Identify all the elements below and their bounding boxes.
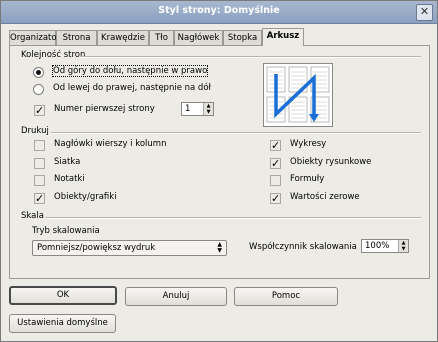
select-arrows-icon: ▲ ▼ bbox=[217, 241, 222, 254]
row-col-headers-label: Nagłówki wierszy i kolumn bbox=[54, 139, 167, 149]
formulas-checkbox[interactable] bbox=[270, 175, 281, 186]
separator bbox=[45, 217, 421, 219]
scale-heading: Skala bbox=[21, 211, 44, 221]
row-col-headers-checkbox[interactable] bbox=[34, 140, 45, 151]
dialog-window: Styl strony: Domyślnie ✕ Organizator Str… bbox=[0, 0, 438, 342]
scale-mode-value: Pomniejsz/powiększ wydruk bbox=[37, 243, 156, 253]
tab-tlo[interactable]: Tło bbox=[149, 30, 174, 45]
radio-top-to-bottom-label[interactable]: Od góry do dołu, następnie w prawo bbox=[51, 65, 209, 77]
page-order-preview-icon bbox=[266, 66, 330, 123]
tab-strona[interactable]: Strona bbox=[56, 30, 97, 45]
scale-factor-spin[interactable]: 100% ▲ ▼ bbox=[361, 239, 409, 253]
charts-label: Wykresy bbox=[290, 139, 327, 149]
drawing-objects-checkbox[interactable]: ✓ bbox=[270, 158, 281, 169]
notes-label: Notatki bbox=[54, 174, 85, 184]
window-title: Styl strony: Domyślnie bbox=[158, 5, 280, 16]
drawing-objects-label: Obiekty rysunkowe bbox=[290, 157, 372, 167]
tab-krawedzie[interactable]: Krawędzie bbox=[97, 30, 149, 45]
titlebar[interactable]: Styl strony: Domyślnie ✕ bbox=[1, 1, 437, 24]
tab-stopka[interactable]: Stopka bbox=[223, 30, 262, 45]
defaults-button[interactable]: Ustawienia domyślne bbox=[9, 314, 116, 333]
ok-button[interactable]: OK bbox=[9, 286, 117, 305]
scale-factor-label: Współczynnik skalowania bbox=[249, 242, 357, 252]
page-order-heading: Kolejność stron bbox=[21, 50, 86, 60]
help-button[interactable]: Pomoc bbox=[234, 287, 338, 306]
scale-mode-select[interactable]: Pomniejsz/powiększ wydruk ▲ ▼ bbox=[32, 240, 227, 256]
separator bbox=[81, 56, 421, 58]
cancel-button[interactable]: Anuluj bbox=[125, 287, 227, 306]
zero-values-checkbox[interactable]: ✓ bbox=[270, 193, 281, 204]
notes-checkbox[interactable] bbox=[34, 175, 45, 186]
zero-values-label: Wartości zerowe bbox=[290, 192, 360, 202]
grid-label: Siatka bbox=[54, 157, 81, 167]
objects-graphics-label: Obiekty/grafiki bbox=[54, 192, 117, 202]
first-page-number-label: Numer pierwszej strony bbox=[54, 104, 155, 114]
page-order-preview bbox=[263, 63, 333, 127]
tab-naglowek[interactable]: Nagłówek bbox=[174, 30, 223, 45]
scale-factor-value: 100% bbox=[365, 241, 390, 251]
close-button[interactable]: ✕ bbox=[416, 4, 433, 21]
charts-checkbox[interactable]: ✓ bbox=[270, 140, 281, 151]
tab-organizator[interactable]: Organizator bbox=[9, 30, 60, 45]
radio-left-to-right-label[interactable]: Od lewej do prawej, następnie na dół bbox=[53, 83, 211, 93]
tab-arkusz[interactable]: Arkusz bbox=[262, 28, 304, 46]
radio-left-to-right[interactable] bbox=[33, 84, 44, 95]
separator bbox=[51, 132, 421, 134]
print-heading: Drukuj bbox=[21, 126, 49, 136]
close-icon: ✕ bbox=[419, 5, 430, 18]
spin-arrows-icon[interactable]: ▲ ▼ bbox=[398, 240, 408, 252]
spin-arrows-icon[interactable]: ▲ ▼ bbox=[203, 103, 213, 115]
first-page-number-checkbox[interactable]: ✓ bbox=[34, 105, 45, 116]
grid-checkbox[interactable] bbox=[34, 158, 45, 169]
radio-top-to-bottom[interactable] bbox=[33, 67, 44, 78]
formulas-label: Formuły bbox=[290, 174, 325, 184]
first-page-number-spin[interactable]: 1 ▲ ▼ bbox=[181, 102, 214, 116]
scale-mode-label: Tryb skalowania bbox=[32, 226, 100, 236]
first-page-number-value: 1 bbox=[185, 104, 191, 114]
objects-graphics-checkbox[interactable]: ✓ bbox=[34, 193, 45, 204]
